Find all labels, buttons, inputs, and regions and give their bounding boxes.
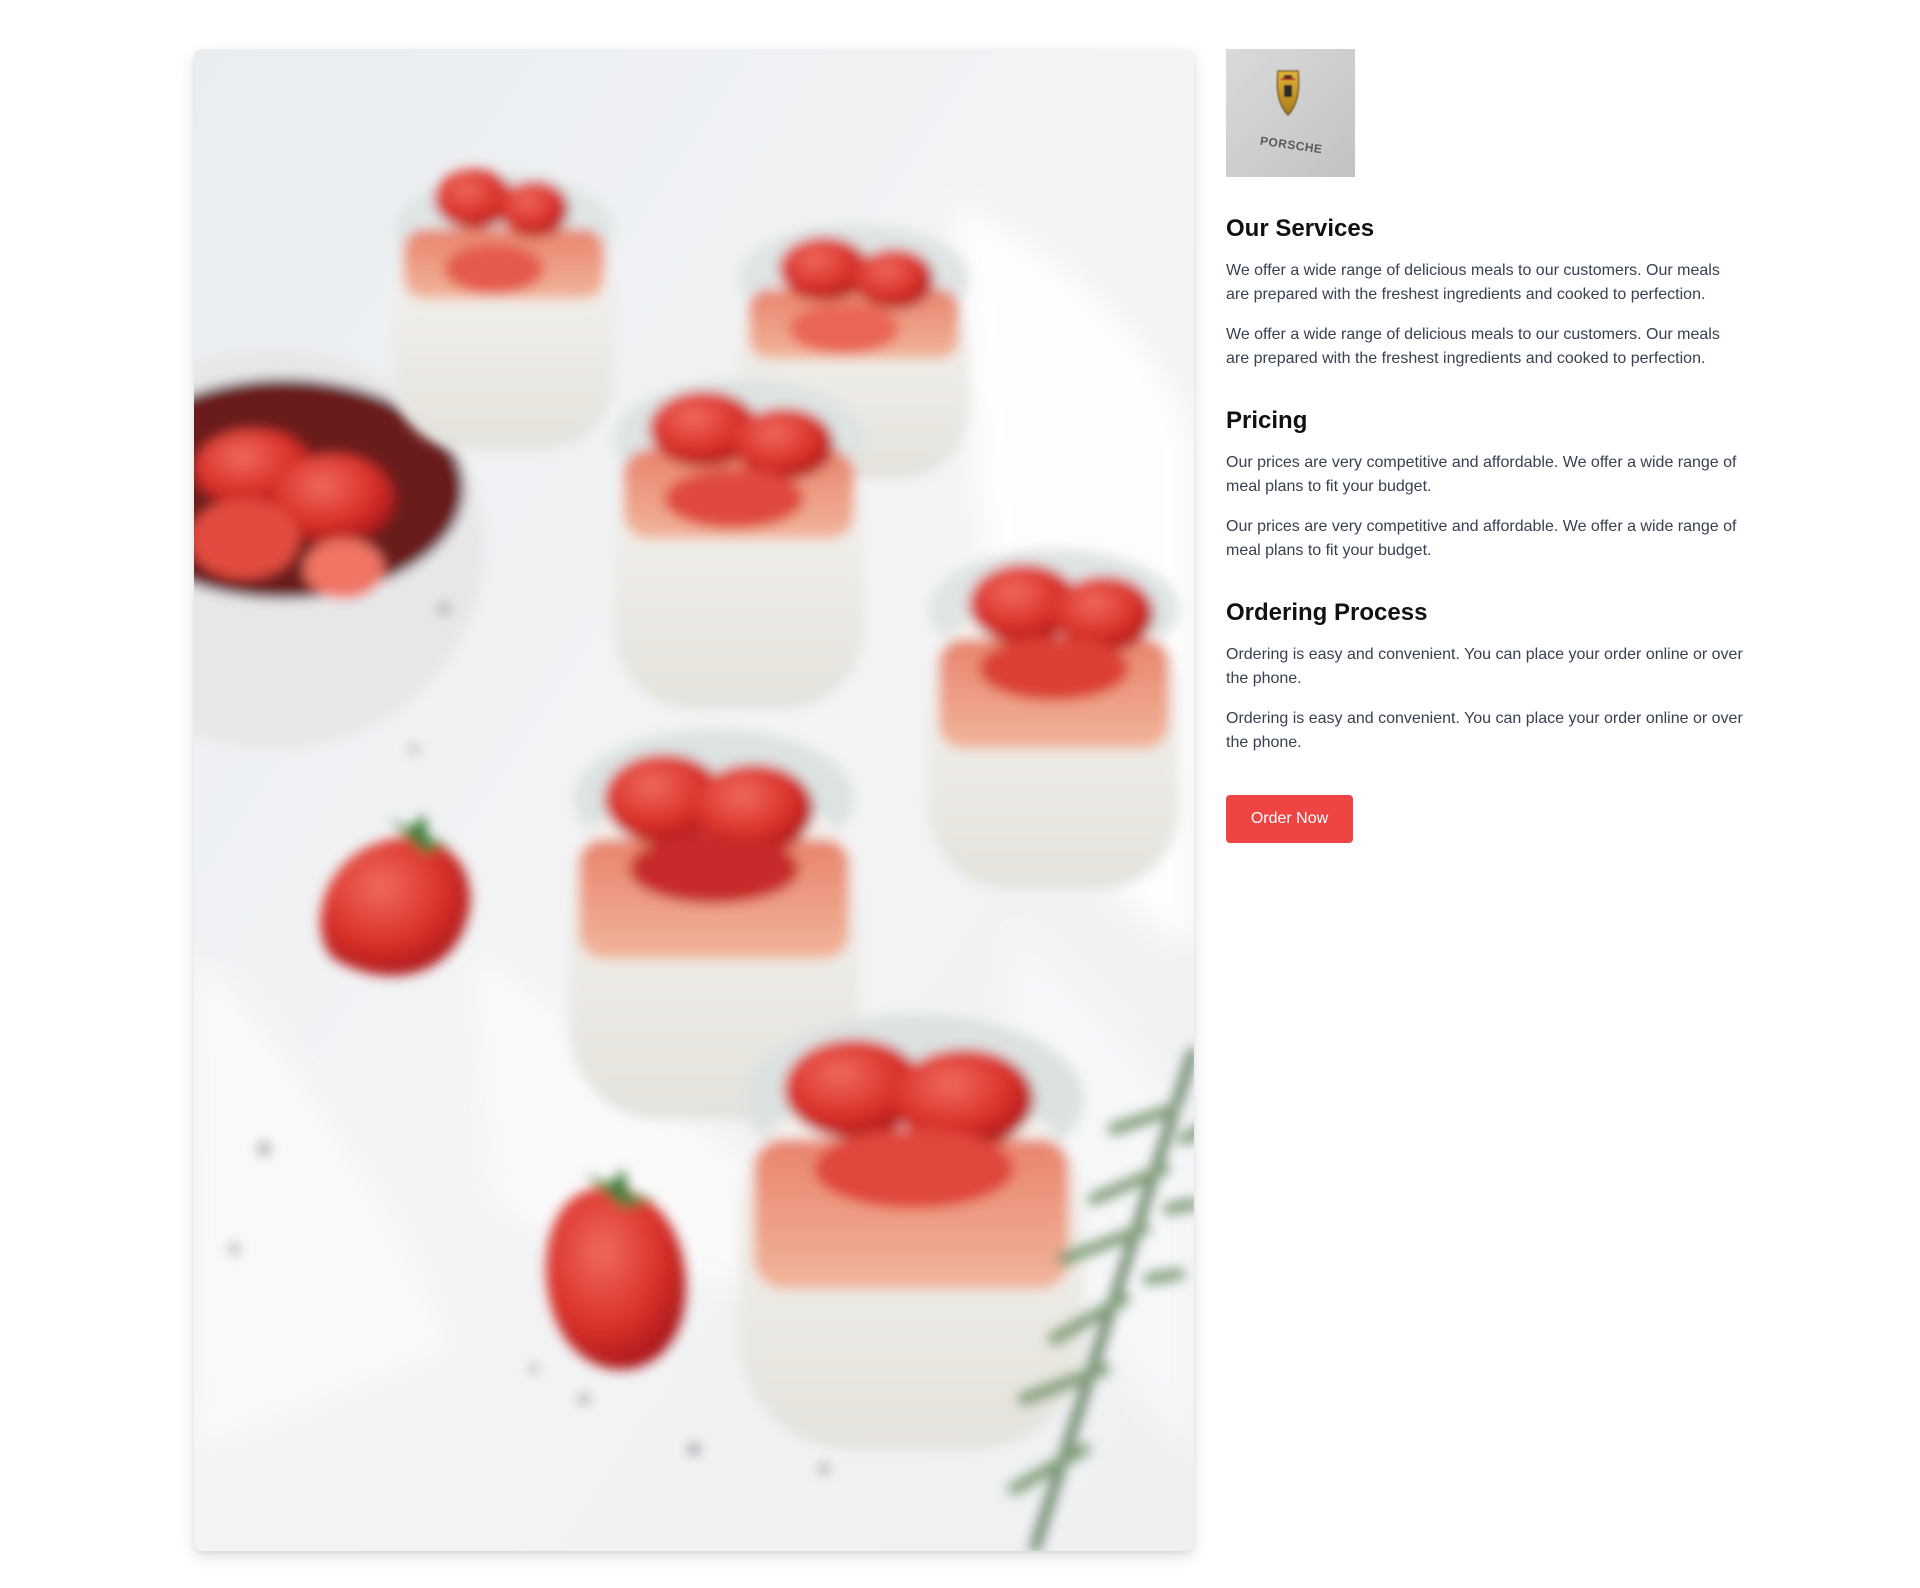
pricing-section: Pricing Our prices are very competitive … — [1226, 405, 1746, 563]
logo: PORSCHE — [1226, 49, 1355, 177]
pricing-heading: Pricing — [1226, 407, 1308, 434]
ordering-paragraph-1: Ordering is easy and convenient. You can… — [1226, 646, 1743, 687]
hero-image — [194, 49, 1194, 1551]
services-paragraph-1: We offer a wide range of delicious meals… — [1226, 262, 1720, 303]
strawberry-panna-cotta-photo — [194, 49, 1194, 1551]
content-column: PORSCHE Our Services We offer a wide ran… — [1226, 49, 1746, 843]
ordering-section: Ordering Process Ordering is easy and co… — [1226, 597, 1746, 755]
services-paragraph-2: We offer a wide range of delicious meals… — [1226, 326, 1720, 367]
ordering-heading: Ordering Process — [1226, 599, 1428, 626]
porsche-crest-logo: PORSCHE — [1226, 49, 1355, 177]
ordering-paragraph-2: Ordering is easy and convenient. You can… — [1226, 710, 1743, 751]
pricing-paragraph-2: Our prices are very competitive and affo… — [1226, 518, 1737, 559]
services-heading: Our Services — [1226, 215, 1375, 242]
pricing-paragraph-1: Our prices are very competitive and affo… — [1226, 454, 1737, 495]
order-now-button[interactable]: Order Now — [1226, 795, 1353, 843]
page: PORSCHE Our Services We offer a wide ran… — [0, 0, 1920, 1588]
services-section: Our Services We offer a wide range of de… — [1226, 213, 1746, 371]
